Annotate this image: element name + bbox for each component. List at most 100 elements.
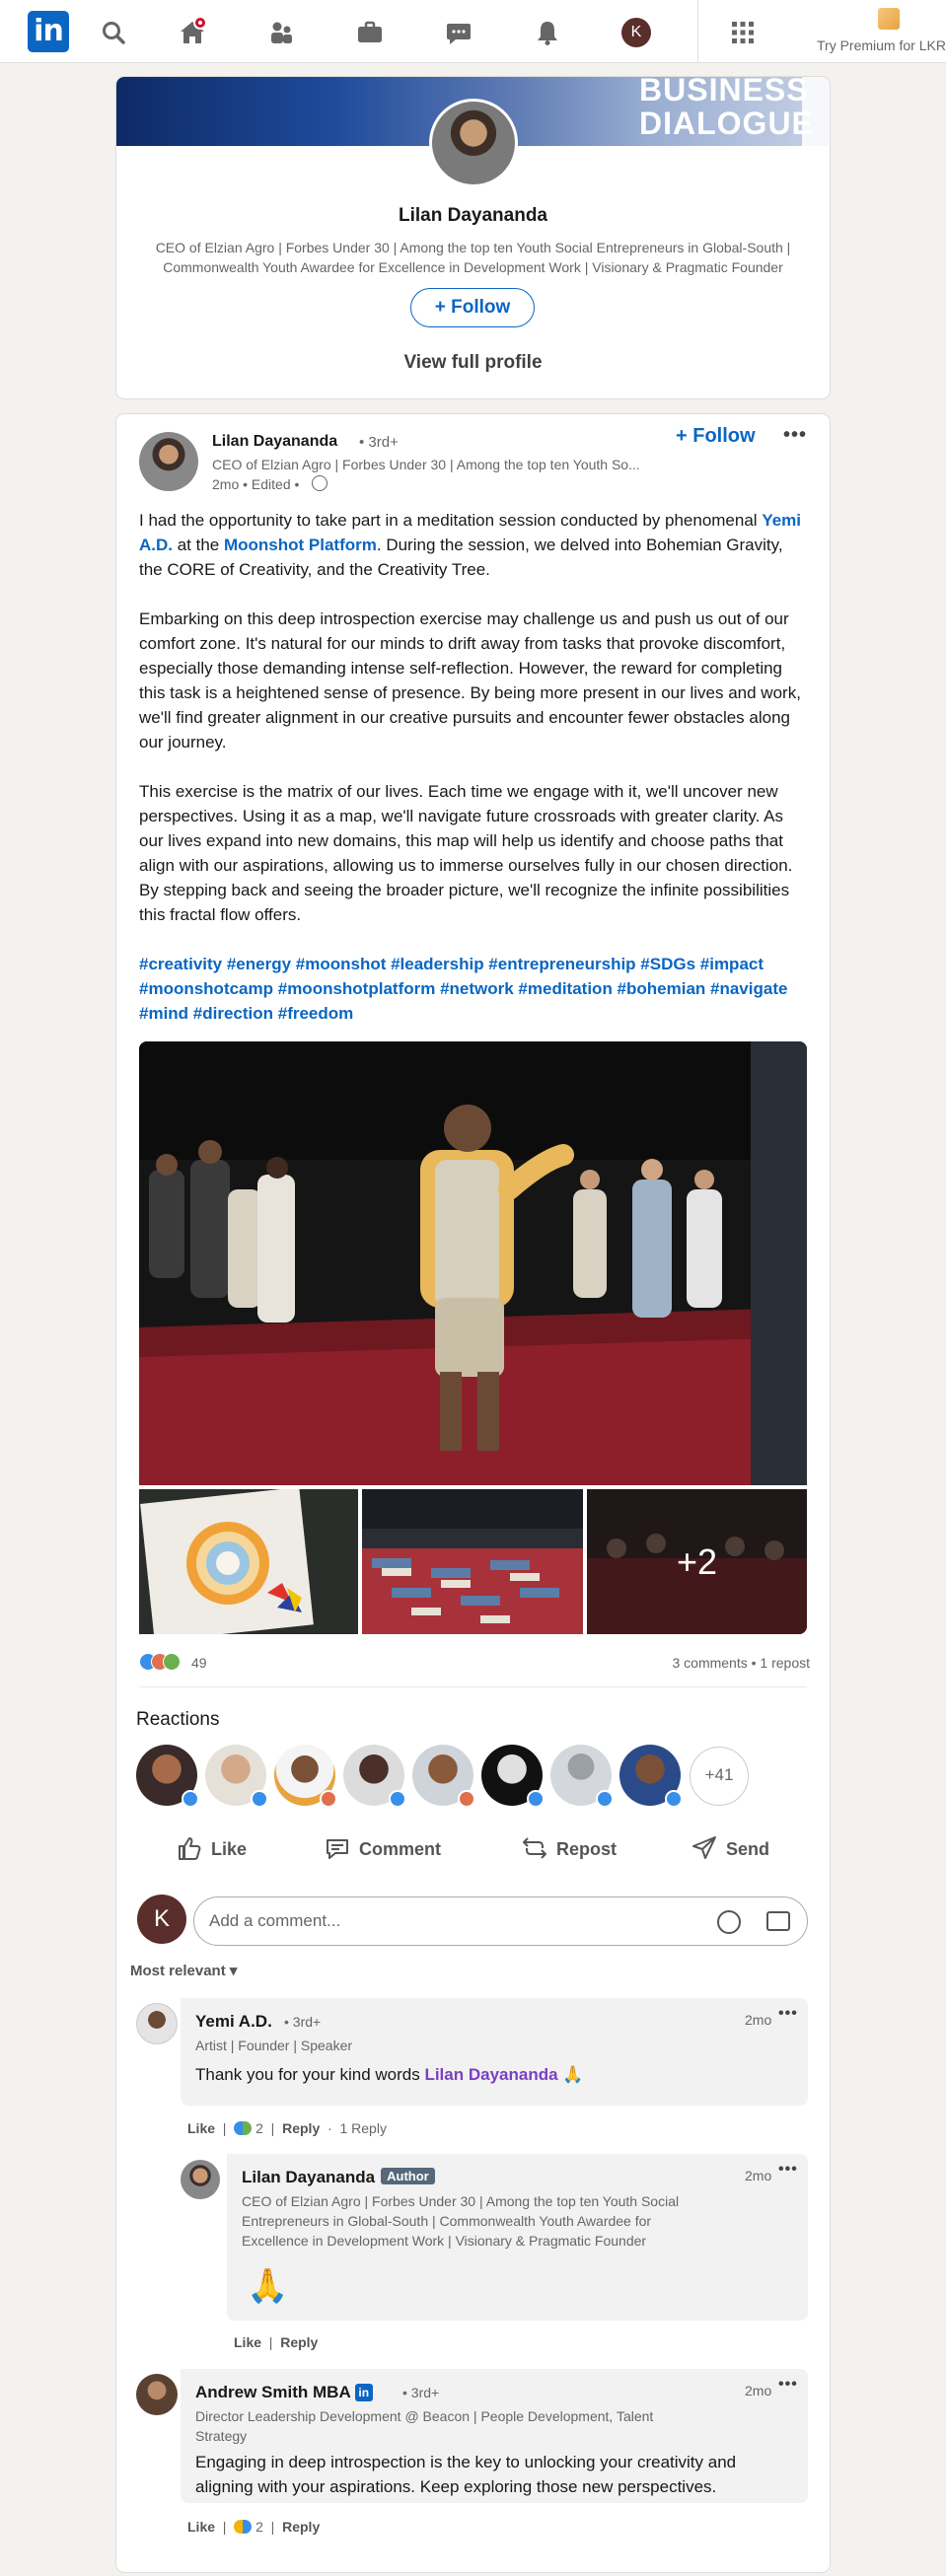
like-badge-icon xyxy=(251,1790,268,1808)
reply-more-icon[interactable]: ••• xyxy=(778,2161,798,2179)
reactor-avatar[interactable] xyxy=(343,1745,406,1808)
comment-reply-button[interactable]: Reply xyxy=(282,2120,320,2136)
nav-divider xyxy=(697,0,698,63)
post-paragraph-3: This exercise is the matrix of our lives… xyxy=(139,782,793,924)
post-paragraph-1: I had the opportunity to take part in a … xyxy=(139,511,802,579)
reactor-avatar[interactable] xyxy=(619,1745,683,1808)
post-author-name[interactable]: Lilan Dayananda xyxy=(212,433,337,451)
comment-actions: Like | 2 | Reply xyxy=(187,2519,321,2535)
linkedin-logo[interactable]: in xyxy=(28,11,69,52)
add-comment-input[interactable]: Add a comment... xyxy=(193,1896,808,1946)
comment-bubble: Andrew Smith MBA in • 3rd+ Director Leade… xyxy=(181,2369,808,2503)
comment-label: Comment xyxy=(359,1839,442,1859)
post-thumbnail-3[interactable]: +2 xyxy=(587,1489,807,1634)
like-badge-icon xyxy=(527,1790,545,1808)
reactions-heading: Reactions xyxy=(136,1709,220,1730)
comment-reaction-count[interactable]: 2 xyxy=(255,2519,263,2535)
comment-author-headline: Artist | Founder | Speaker xyxy=(195,2038,353,2053)
reply-author-name[interactable]: Lilan Dayananda Author xyxy=(242,2168,435,2187)
comment-time: 2mo xyxy=(745,2383,772,2398)
banner-text: BUSINESS DIALOGUE xyxy=(639,77,814,140)
reply-like-button[interactable]: Like xyxy=(234,2334,261,2350)
more-reactors-button[interactable]: +41 xyxy=(690,1747,749,1806)
reaction-icons[interactable] xyxy=(139,1653,190,1673)
view-full-profile-link[interactable]: View full profile xyxy=(116,352,830,374)
globe-icon xyxy=(312,475,327,491)
post-author-degree: • 3rd+ xyxy=(359,434,399,451)
post-hashtags[interactable]: #creativity #energy #moonshot #leadershi… xyxy=(139,952,810,1026)
reply-actions: Like | Reply xyxy=(234,2334,319,2350)
send-button[interactable]: Send xyxy=(691,1832,789,1868)
repost-icon xyxy=(523,1837,546,1859)
post-more-options-icon[interactable]: ••• xyxy=(783,424,807,447)
post-main-photo[interactable] xyxy=(139,1041,807,1485)
reactor-avatar[interactable] xyxy=(136,1745,199,1808)
mention-moonshot-platform[interactable]: Moonshot Platform xyxy=(224,536,377,554)
love-badge-icon xyxy=(320,1790,337,1808)
reactor-avatar[interactable] xyxy=(481,1745,545,1808)
reactor-avatar[interactable] xyxy=(412,1745,475,1808)
comment-reaction-count[interactable]: 2 xyxy=(255,2120,263,2136)
profile-follow-button[interactable]: + Follow xyxy=(410,288,535,327)
repost-button[interactable]: Repost xyxy=(521,1832,639,1868)
banner-line2: DIALOGUE xyxy=(639,106,814,141)
banner-line1: BUSINESS xyxy=(639,77,809,107)
comment-more-icon[interactable]: ••• xyxy=(778,2376,798,2394)
post-thumbnail-2[interactable] xyxy=(362,1489,583,1634)
more-photos-overlay[interactable]: +2 xyxy=(587,1489,807,1634)
reactor-avatar[interactable] xyxy=(274,1745,337,1808)
post-body: I had the opportunity to take part in a … xyxy=(139,508,810,1050)
reaction-count[interactable]: 49 xyxy=(191,1655,207,1671)
reply-author-avatar[interactable] xyxy=(181,2160,220,2199)
comments-reposts-count[interactable]: 3 comments • 1 repost xyxy=(672,1655,810,1671)
top-navigation: in K Try Premium for LKR0 xyxy=(0,0,946,63)
jobs-icon[interactable] xyxy=(355,18,385,47)
search-icon[interactable] xyxy=(99,18,128,47)
home-icon[interactable] xyxy=(178,16,207,47)
reactor-avatar[interactable] xyxy=(550,1745,614,1808)
profile-headline: CEO of Elzian Agro | Forbes Under 30 | A… xyxy=(155,240,791,275)
like-badge-icon xyxy=(665,1790,683,1808)
sort-comments-dropdown[interactable]: Most relevant ▾ xyxy=(130,1962,237,1979)
post-card: Lilan Dayananda • 3rd+ CEO of Elzian Agr… xyxy=(116,414,830,2572)
banner-side xyxy=(802,77,830,146)
like-button[interactable]: Like xyxy=(176,1832,274,1868)
comment-more-icon[interactable]: ••• xyxy=(778,2005,798,2023)
comment-replies-count[interactable]: 1 Reply xyxy=(339,2120,386,2136)
post-follow-button[interactable]: + Follow xyxy=(676,425,756,448)
post-author-avatar[interactable] xyxy=(139,432,198,491)
post-meta: 2mo • Edited • xyxy=(212,476,300,492)
comment-author-name[interactable]: Yemi A.D. xyxy=(195,2012,272,2032)
comment-author-avatar[interactable] xyxy=(136,2374,178,2415)
reactor-avatar[interactable] xyxy=(205,1745,268,1808)
comment-reply-button[interactable]: Reply xyxy=(282,2519,320,2535)
namaste-emoji-icon: 🙏 xyxy=(562,2065,584,2084)
emoji-icon[interactable] xyxy=(717,1910,741,1934)
comment-author-name[interactable]: Andrew Smith MBA in xyxy=(195,2383,373,2402)
notifications-bell-icon[interactable] xyxy=(533,18,562,47)
send-label: Send xyxy=(726,1839,770,1859)
profile-name[interactable]: Lilan Dayananda xyxy=(116,205,830,227)
messaging-icon[interactable] xyxy=(444,18,473,47)
comment-mention[interactable]: Lilan Dayananda xyxy=(424,2065,557,2084)
comment-author-avatar[interactable] xyxy=(136,2003,178,2044)
comment-bubble: Yemi A.D. • 3rd+ Artist | Founder | Spea… xyxy=(181,1998,808,2106)
me-avatar[interactable]: K xyxy=(621,18,651,47)
comment-button[interactable]: Comment xyxy=(324,1832,452,1868)
profile-avatar[interactable] xyxy=(429,99,518,187)
comment-like-button[interactable]: Like xyxy=(187,2120,215,2136)
notification-badge xyxy=(193,16,207,30)
work-grid-icon[interactable] xyxy=(728,18,758,47)
comment-placeholder: Add a comment... xyxy=(209,1911,341,1930)
reply-reply-button[interactable]: Reply xyxy=(280,2334,318,2350)
post-thumbnail-1[interactable] xyxy=(139,1489,358,1634)
image-upload-icon[interactable] xyxy=(766,1911,790,1931)
try-premium-link[interactable]: Try Premium for LKR0 xyxy=(817,8,946,57)
comment-like-button[interactable]: Like xyxy=(187,2519,215,2535)
comment-author-degree: • 3rd+ xyxy=(284,2014,322,2030)
my-network-icon[interactable] xyxy=(266,18,296,47)
comment-reaction-icons xyxy=(234,2520,253,2534)
like-label: Like xyxy=(211,1839,248,1859)
reply-author-headline: CEO of Elzian Agro | Forbes Under 30 | A… xyxy=(242,2193,680,2249)
premium-icon xyxy=(878,8,900,30)
